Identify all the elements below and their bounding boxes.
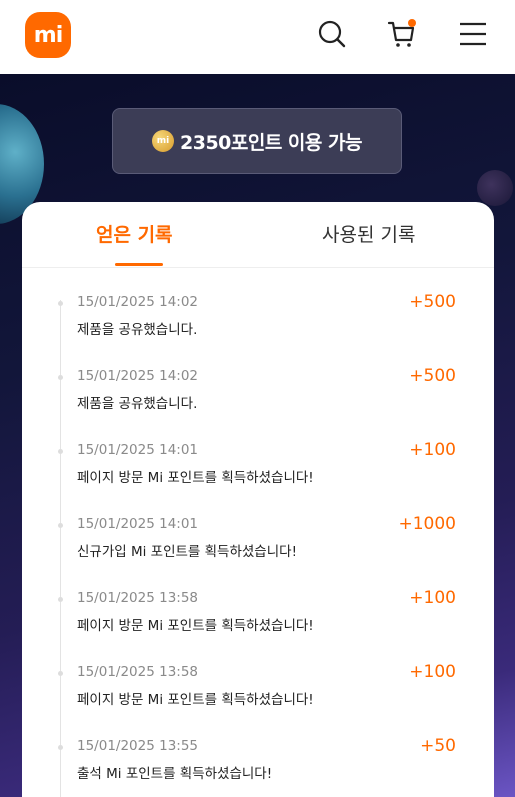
record-item: 15/01/2025 14:01 신규가입 Mi 포인트를 획득하셨습니다! +… [22, 514, 494, 576]
record-item: 15/01/2025 13:55 출석 Mi 포인트를 획득하셨습니다! +50 [22, 736, 494, 797]
record-description: 페이지 방문 Mi 포인트를 획득하셨습니다! [77, 692, 314, 708]
record-time: 15/01/2025 14:02 [77, 294, 199, 310]
record-item: 15/01/2025 13:58 페이지 방문 Mi 포인트를 획득하셨습니다!… [22, 588, 494, 650]
record-time: 15/01/2025 13:55 [77, 738, 199, 754]
record-description: 페이지 방문 Mi 포인트를 획득하셨습니다! [77, 618, 314, 634]
record-time: 15/01/2025 14:01 [77, 516, 199, 532]
logo-text: mi [33, 22, 63, 48]
record-description: 제품을 공유했습니다. [77, 322, 198, 338]
points-available-text: 2350포인트 이용 가능 [180, 131, 362, 154]
record-description: 출석 Mi 포인트를 획득하셨습니다! [77, 766, 273, 782]
cart-icon[interactable] [386, 18, 418, 50]
record-amount: +50 [420, 736, 456, 756]
record-amount: +100 [409, 662, 456, 682]
record-description: 제품을 공유했습니다. [77, 396, 198, 412]
timeline-dot [58, 671, 63, 676]
timeline-dot [58, 597, 63, 602]
record-description: 신규가입 Mi 포인트를 획득하셨습니다! [77, 544, 297, 560]
tab-used-records[interactable]: 사용된 기록 [322, 220, 415, 247]
planet-decoration-small [477, 170, 513, 206]
mi-logo[interactable]: mi [25, 12, 71, 58]
record-amount: +1000 [398, 514, 456, 534]
tab-earned-records[interactable]: 얻은 기록 [96, 220, 173, 247]
records-card: 얻은 기록 사용된 기록 15/01/2025 14:02 제품을 공유했습니다… [22, 202, 494, 797]
timeline-dot [58, 375, 63, 380]
cart-badge [408, 19, 416, 27]
record-amount: +100 [409, 440, 456, 460]
search-icon[interactable] [316, 18, 348, 50]
menu-icon[interactable] [457, 18, 489, 50]
timeline-dot [58, 449, 63, 454]
record-time: 15/01/2025 13:58 [77, 590, 199, 606]
timeline-dot [58, 301, 63, 306]
record-item: 15/01/2025 14:02 제품을 공유했습니다. +500 [22, 292, 494, 354]
active-tab-indicator [115, 263, 163, 266]
record-item: 15/01/2025 13:58 페이지 방문 Mi 포인트를 획득하셨습니다!… [22, 662, 494, 724]
record-description: 페이지 방문 Mi 포인트를 획득하셨습니다! [77, 470, 314, 486]
record-item: 15/01/2025 14:02 제품을 공유했습니다. +500 [22, 366, 494, 428]
record-amount: +100 [409, 588, 456, 608]
record-time: 15/01/2025 14:01 [77, 442, 199, 458]
top-header: mi [0, 0, 515, 74]
records-tabs: 얻은 기록 사용된 기록 [22, 202, 494, 268]
record-time: 15/01/2025 14:02 [77, 368, 199, 384]
record-amount: +500 [409, 292, 456, 312]
timeline-dot [58, 745, 63, 750]
coin-icon: mi [152, 130, 174, 152]
timeline-dot [58, 523, 63, 528]
record-item: 15/01/2025 14:01 페이지 방문 Mi 포인트를 획득하셨습니다!… [22, 440, 494, 502]
record-time: 15/01/2025 13:58 [77, 664, 199, 680]
points-available-box: mi 2350포인트 이용 가능 [112, 108, 402, 174]
record-amount: +500 [409, 366, 456, 386]
